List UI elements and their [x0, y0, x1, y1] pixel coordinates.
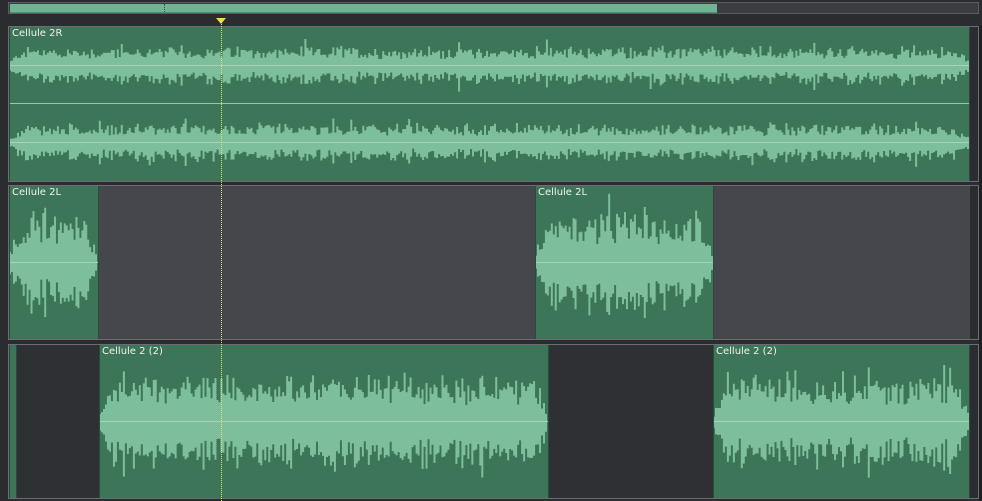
waveform: [100, 371, 548, 478]
playhead-line[interactable]: [221, 19, 222, 501]
track-lane-1[interactable]: Cellule 2R: [8, 26, 979, 182]
audio-clip[interactable]: Cellule 2R: [9, 27, 970, 181]
audio-clip[interactable]: [9, 345, 17, 498]
waveform: [714, 364, 969, 478]
waveform: [10, 38, 969, 92]
waveform: [10, 118, 969, 167]
playhead-triangle-icon[interactable]: [216, 18, 226, 24]
audio-clip[interactable]: Cellule 2L: [9, 186, 99, 339]
lane-edge: [970, 27, 978, 181]
track-lane-2[interactable]: Cellule 2L Cellule 2L: [8, 185, 979, 340]
overview-visible-region[interactable]: [10, 4, 717, 13]
audio-clip[interactable]: Cellule 2 (2): [713, 345, 970, 498]
lane-edge: [970, 345, 978, 498]
audio-clip[interactable]: Cellule 2L: [535, 186, 714, 339]
waveform: [536, 193, 713, 319]
track-lane-3[interactable]: Cellule 2 (2) Cellule 2 (2): [8, 344, 979, 499]
lane-edge: [970, 186, 978, 339]
timeline-ruler[interactable]: [8, 14, 979, 26]
audio-clip[interactable]: Cellule 2 (2): [99, 345, 549, 498]
overview-playhead-marker: [164, 4, 166, 12]
overview-scrollbar[interactable]: [8, 2, 979, 14]
channel-divider: [10, 103, 969, 104]
waveform: [10, 207, 98, 318]
